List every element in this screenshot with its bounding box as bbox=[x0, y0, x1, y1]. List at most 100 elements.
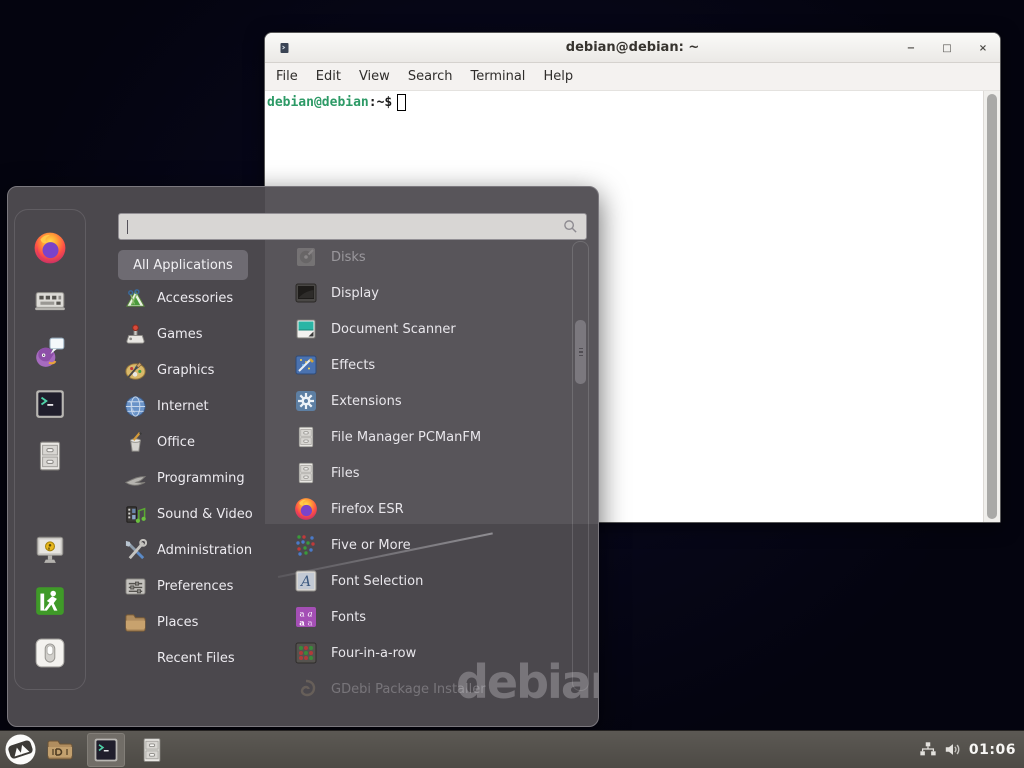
app-disks[interactable]: Disks bbox=[288, 239, 570, 275]
search-text-caret bbox=[127, 220, 128, 234]
lock-screen-button[interactable] bbox=[32, 531, 68, 567]
terminal-scrollbar-handle[interactable] bbox=[987, 94, 997, 519]
network-icon[interactable] bbox=[919, 741, 937, 758]
terminal-scrollbar[interactable] bbox=[983, 91, 1000, 522]
terminal-titlebar[interactable]: debian@debian: ~ −□× bbox=[265, 33, 1000, 63]
category-administration[interactable]: Administration bbox=[118, 532, 278, 568]
sound-video-icon bbox=[124, 503, 147, 526]
pidgin-icon bbox=[33, 335, 67, 369]
app-font-selection[interactable]: AFont Selection bbox=[288, 563, 570, 599]
app-label: Display bbox=[331, 286, 379, 301]
category-label: Office bbox=[157, 435, 195, 450]
places-icon bbox=[124, 611, 147, 634]
volume-icon[interactable] bbox=[944, 741, 962, 758]
svg-text:a: a bbox=[299, 619, 305, 629]
terminal-menubar: FileEditViewSearchTerminalHelp bbox=[265, 63, 1000, 91]
fonts-icon: aaaa bbox=[294, 605, 318, 629]
folder-d-icon bbox=[46, 736, 74, 764]
favorites-group bbox=[32, 230, 68, 474]
menu-logo-icon bbox=[5, 734, 36, 765]
minimize-button[interactable]: − bbox=[904, 41, 918, 55]
graphics-icon bbox=[124, 359, 147, 382]
terminal-menu-help[interactable]: Help bbox=[534, 69, 582, 84]
app-label: Document Scanner bbox=[331, 322, 456, 337]
lock-screen-icon bbox=[33, 532, 67, 566]
log-out-button[interactable] bbox=[32, 583, 68, 619]
terminal-menu-search[interactable]: Search bbox=[399, 69, 462, 84]
terminal-cursor bbox=[397, 94, 406, 111]
category-label: Places bbox=[157, 615, 198, 630]
app-document-scanner[interactable]: Document Scanner bbox=[288, 311, 570, 347]
app-fonts[interactable]: aaaaFonts bbox=[288, 599, 570, 635]
app-gdebi-package-installer[interactable]: GDebi Package Installer bbox=[288, 671, 570, 707]
app-extensions[interactable]: Extensions bbox=[288, 383, 570, 419]
category-recent-files[interactable]: Recent Files bbox=[118, 640, 278, 676]
app-display[interactable]: Display bbox=[288, 275, 570, 311]
category-label: Recent Files bbox=[157, 651, 235, 666]
terminal-prompt-suffix: :~$ bbox=[369, 95, 392, 110]
file-cabinet-icon bbox=[33, 439, 67, 473]
effects-icon bbox=[294, 353, 318, 377]
favorite-pidgin-button[interactable] bbox=[32, 334, 68, 370]
category-programming[interactable]: Programming bbox=[118, 460, 278, 496]
preferences-icon bbox=[124, 575, 147, 598]
five-or-more-icon bbox=[294, 533, 318, 557]
svg-text:A: A bbox=[299, 574, 311, 590]
terminal-icon bbox=[92, 736, 120, 764]
terminal-menu-edit[interactable]: Edit bbox=[307, 69, 350, 84]
category-label: Games bbox=[157, 327, 202, 342]
category-places[interactable]: Places bbox=[118, 604, 278, 640]
category-internet[interactable]: Internet bbox=[118, 388, 278, 424]
category-games[interactable]: Games bbox=[118, 316, 278, 352]
file-cabinet-icon bbox=[294, 425, 318, 449]
app-four-in-a-row[interactable]: Four-in-a-row bbox=[288, 635, 570, 671]
category-label: Preferences bbox=[157, 579, 233, 594]
menu-scrollbar[interactable] bbox=[572, 241, 589, 691]
app-label: Files bbox=[331, 466, 360, 481]
app-menu: debian All Applications AccessoriesGames… bbox=[7, 186, 599, 727]
category-accessories[interactable]: Accessories bbox=[118, 280, 278, 316]
app-files[interactable]: Files bbox=[288, 455, 570, 491]
desktop: debian@debian: ~ −□× FileEditViewSearchT… bbox=[0, 0, 1024, 768]
app-label: Disks bbox=[331, 250, 366, 265]
terminal-menu-terminal[interactable]: Terminal bbox=[461, 69, 534, 84]
taskbar-clock: 01:06 bbox=[969, 742, 1016, 758]
close-button[interactable]: × bbox=[976, 41, 990, 55]
extensions-icon bbox=[294, 389, 318, 413]
taskbar-file-manager-button[interactable] bbox=[46, 733, 74, 767]
taskbar-files-button[interactable] bbox=[138, 733, 166, 767]
file-cabinet-icon bbox=[294, 461, 318, 485]
terminal-icon bbox=[33, 387, 67, 421]
category-list: Accessories Games GraphicsInternet Office Pr… bbox=[118, 280, 278, 676]
all-applications-button[interactable]: All Applications bbox=[118, 250, 248, 280]
disks-icon bbox=[294, 245, 318, 269]
shut-down-button[interactable] bbox=[32, 635, 68, 671]
shutdown-icon bbox=[33, 636, 67, 670]
taskbar-menu-button[interactable] bbox=[5, 733, 36, 767]
favorite-terminal-button[interactable] bbox=[32, 386, 68, 422]
category-sound-video[interactable]: Sound & Video bbox=[118, 496, 278, 532]
menu-scrollbar-handle[interactable] bbox=[575, 320, 586, 384]
internet-icon bbox=[124, 395, 147, 418]
taskbar-terminal-button[interactable] bbox=[87, 733, 125, 767]
terminal-menu-file[interactable]: File bbox=[267, 69, 307, 84]
app-label: Firefox ESR bbox=[331, 502, 404, 517]
favorite-file-manager-button[interactable] bbox=[32, 438, 68, 474]
category-label: Sound & Video bbox=[157, 507, 253, 522]
keyboard-icon bbox=[33, 283, 67, 317]
app-firefox-esr[interactable]: Firefox ESR bbox=[288, 491, 570, 527]
app-effects[interactable]: Effects bbox=[288, 347, 570, 383]
terminal-prompt-line: debian@debian:~$ bbox=[265, 91, 1000, 114]
firefox-icon bbox=[33, 231, 67, 265]
app-label: GDebi Package Installer bbox=[331, 682, 486, 697]
category-preferences[interactable]: Preferences bbox=[118, 568, 278, 604]
category-label: Accessories bbox=[157, 291, 233, 306]
category-graphics[interactable]: Graphics bbox=[118, 352, 278, 388]
favorite-software-button[interactable] bbox=[32, 282, 68, 318]
favorite-firefox-button[interactable] bbox=[32, 230, 68, 266]
app-file-manager-pcmanfm[interactable]: File Manager PCManFM bbox=[288, 419, 570, 455]
maximize-button[interactable]: □ bbox=[940, 41, 954, 55]
category-office[interactable]: Office bbox=[118, 424, 278, 460]
search-input[interactable] bbox=[119, 214, 563, 239]
terminal-menu-view[interactable]: View bbox=[350, 69, 399, 84]
